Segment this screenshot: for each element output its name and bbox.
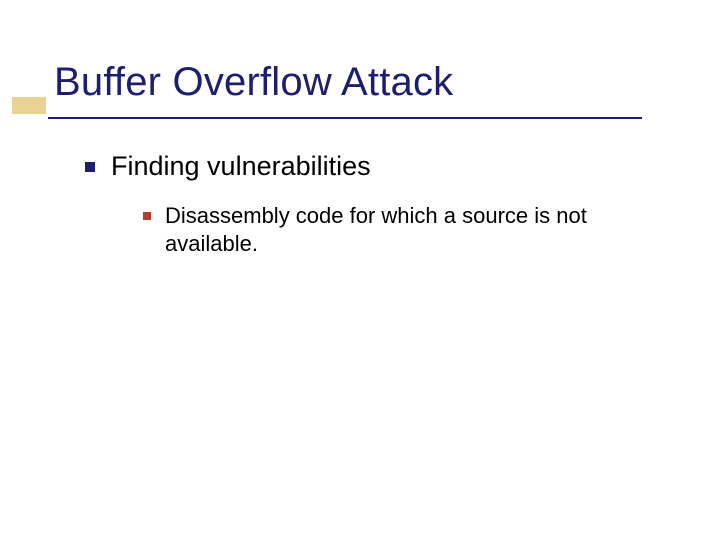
list-item-text: Finding vulnerabilities <box>111 150 371 184</box>
slide-body: Finding vulnerabilities Disassembly code… <box>85 150 660 259</box>
list-item: Finding vulnerabilities <box>85 150 660 184</box>
square-bullet-icon <box>85 162 95 172</box>
slide: Buffer Overflow Attack Finding vulnerabi… <box>0 0 720 540</box>
list-item-text: Disassembly code for which a source is n… <box>165 202 645 259</box>
accent-bar <box>12 97 46 114</box>
square-bullet-icon <box>143 212 151 220</box>
list-item: Disassembly code for which a source is n… <box>143 202 660 259</box>
slide-title: Buffer Overflow Attack <box>54 60 453 105</box>
title-underline <box>48 117 642 119</box>
